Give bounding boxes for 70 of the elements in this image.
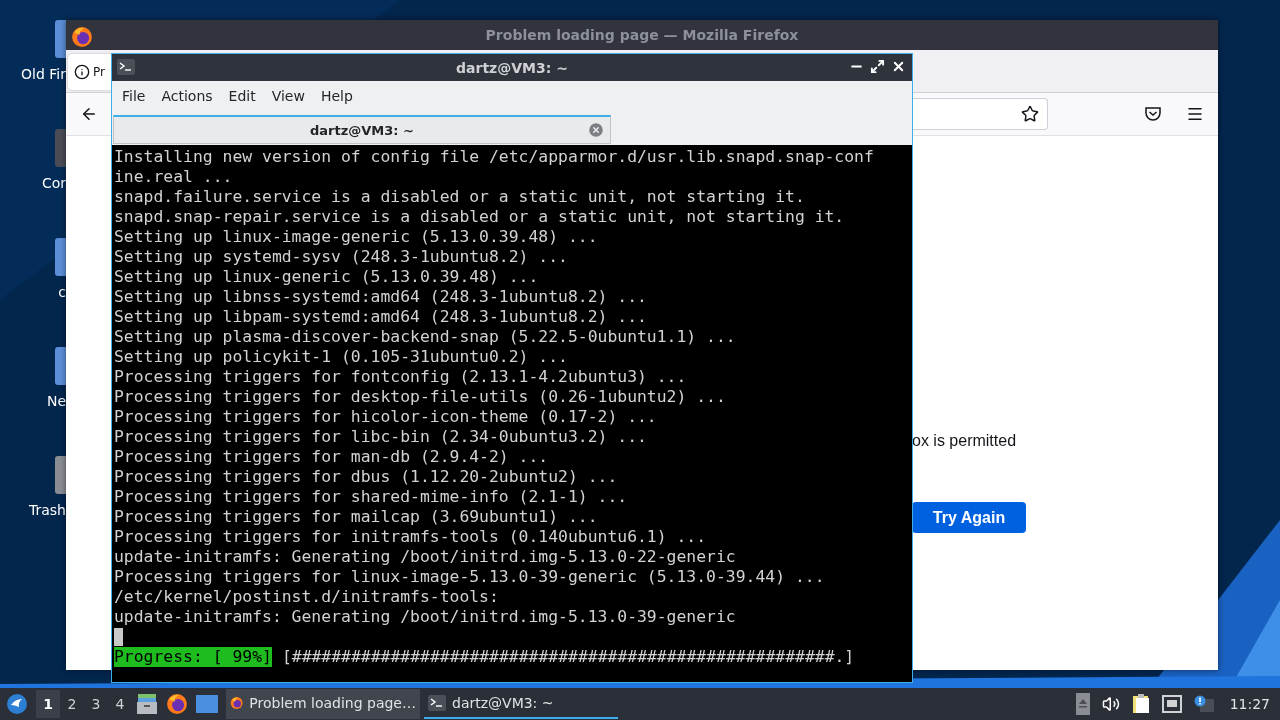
terminal-line: Setting up policykit-1 (0.105-31ubuntu0.2) ...	[114, 347, 568, 367]
task-button[interactable]: dartz@VM3: ~	[424, 689, 618, 719]
volume-icon[interactable]	[1101, 695, 1120, 713]
clipboard-icon[interactable]	[1131, 694, 1150, 714]
terminal-line: snapd.snap-repair.service is a disabled or a static unit, not starting it.	[114, 207, 845, 227]
desktop-switch[interactable]: 4	[108, 690, 132, 718]
terminal-line: Installing new version of config file /etc/apparmor.d/usr.lib.snapd.snap-conf	[114, 147, 874, 167]
terminal-line: Processing triggers for mailcap (3.69ubuntu1) ...	[114, 507, 598, 527]
firefox-icon	[71, 26, 93, 48]
terminal-line: Processing triggers for initramfs-tools (0.140ubuntu6.1) ...	[114, 527, 707, 547]
clock[interactable]: 11:27	[1229, 696, 1270, 712]
progress-bar-text: [#######################################################.]	[281, 647, 855, 667]
browser-tab[interactable]: Pr	[68, 54, 111, 90]
tab-title: Pr	[93, 65, 105, 79]
terminal-line: Setting up linux-generic (5.13.0.39.48) ...	[114, 267, 539, 287]
maximize-icon[interactable]	[870, 59, 885, 74]
start-menu-icon[interactable]	[6, 693, 28, 715]
network-icon[interactable]	[1161, 695, 1182, 713]
file-cabinet-icon[interactable]	[136, 694, 158, 714]
menu-item[interactable]: File	[114, 88, 154, 104]
menu-item[interactable]: View	[263, 88, 313, 104]
terminal-line: Processing triggers for desktop-file-utils (0.26-1ubuntu2) ...	[114, 387, 726, 407]
terminal-line: Processing triggers for shared-mime-info (2.1-1) ...	[114, 487, 628, 507]
terminal-line: Processing triggers for libc-bin (2.34-0ubuntu3.2) ...	[114, 427, 647, 447]
progress-label: Progress: [ 99%]	[114, 647, 272, 667]
desktop-icon-label: Old Fir	[21, 66, 66, 82]
terminal-tab[interactable]: dartz@VM3: ~	[113, 115, 611, 144]
terminal-line: Setting up systemd-sysv (248.3-1ubuntu8.2) ...	[114, 247, 568, 267]
error-message: ox is permitted	[912, 432, 1017, 450]
terminal-line: Setting up libpam-systemd:amd64 (248.3-1ubuntu8.2) ...	[114, 307, 647, 327]
firefox-icon[interactable]	[166, 693, 188, 715]
menu-item[interactable]: Actions	[153, 88, 221, 104]
close-icon[interactable]	[891, 59, 906, 74]
terminal-line: Processing triggers for linux-image-5.13.0-39-generic (5.13.0-39.44) ...	[114, 567, 825, 587]
terminal-icon	[117, 59, 135, 75]
terminal-line: Setting up libnss-systemd:amd64 (248.3-1ubuntu8.2) ...	[114, 287, 647, 307]
pocket-icon[interactable]	[1144, 105, 1162, 123]
terminal-line: Processing triggers for fontconfig (2.13.1-4.2ubuntu3) ...	[114, 367, 687, 387]
terminal-line: Setting up linux-image-generic (5.13.0.39.48) ...	[114, 227, 598, 247]
terminal-line: update-initramfs: Generating /boot/initrd.img-5.13.0-39-generic	[114, 607, 736, 627]
terminal-line: snapd.failure.service is a disabled or a static unit, not starting it.	[114, 187, 805, 207]
desktop-switch[interactable]: 3	[84, 690, 108, 718]
terminal-line: Processing triggers for hicolor-icon-theme (0.17-2) ...	[114, 407, 657, 427]
address-field[interactable]	[910, 98, 1048, 130]
desktop-icon-label: Trash	[29, 502, 66, 518]
terminal-line: Setting up plasma-discover-backend-snap (5.22.5-0ubuntu1.1) ...	[114, 327, 736, 347]
terminal-line: Processing triggers for dbus (1.12.20-2ubuntu2) ...	[114, 467, 618, 487]
desktop-switch[interactable]: 2	[60, 690, 84, 718]
text-cursor	[114, 628, 123, 646]
info-icon	[74, 64, 90, 80]
terminal-line: Processing triggers for man-db (2.9.4-2) ...	[114, 447, 549, 467]
window-title: Problem loading page — Mozilla Firefox	[485, 27, 799, 43]
desktop-icon-label: Cor	[41, 175, 66, 191]
terminal-icon	[428, 695, 446, 711]
menu-icon[interactable]	[1186, 105, 1204, 123]
eject-icon[interactable]	[1075, 693, 1090, 715]
menu-item[interactable]: Help	[312, 88, 361, 104]
terminal-line: ine.real ...	[114, 167, 233, 187]
desktop-switch[interactable]: 1	[36, 690, 60, 718]
try-again-button[interactable]: Try Again	[912, 502, 1026, 533]
terminal-line: update-initramfs: Generating /boot/initrd.img-5.13.0-22-generic	[114, 547, 736, 567]
desktop-icon-label: c	[58, 284, 66, 300]
notification-icon[interactable]	[1193, 695, 1214, 713]
star-icon[interactable]	[1021, 105, 1039, 123]
task-button[interactable]: Problem loading page…	[226, 689, 420, 719]
terminal-line: /etc/kernel/postinst.d/initramfs-tools:	[114, 587, 499, 607]
back-icon[interactable]	[80, 105, 98, 123]
menu-item[interactable]: Edit	[220, 88, 264, 104]
desktop-icon-label: Ne	[46, 393, 66, 409]
window-title: dartz@VM3: ~	[456, 59, 568, 76]
